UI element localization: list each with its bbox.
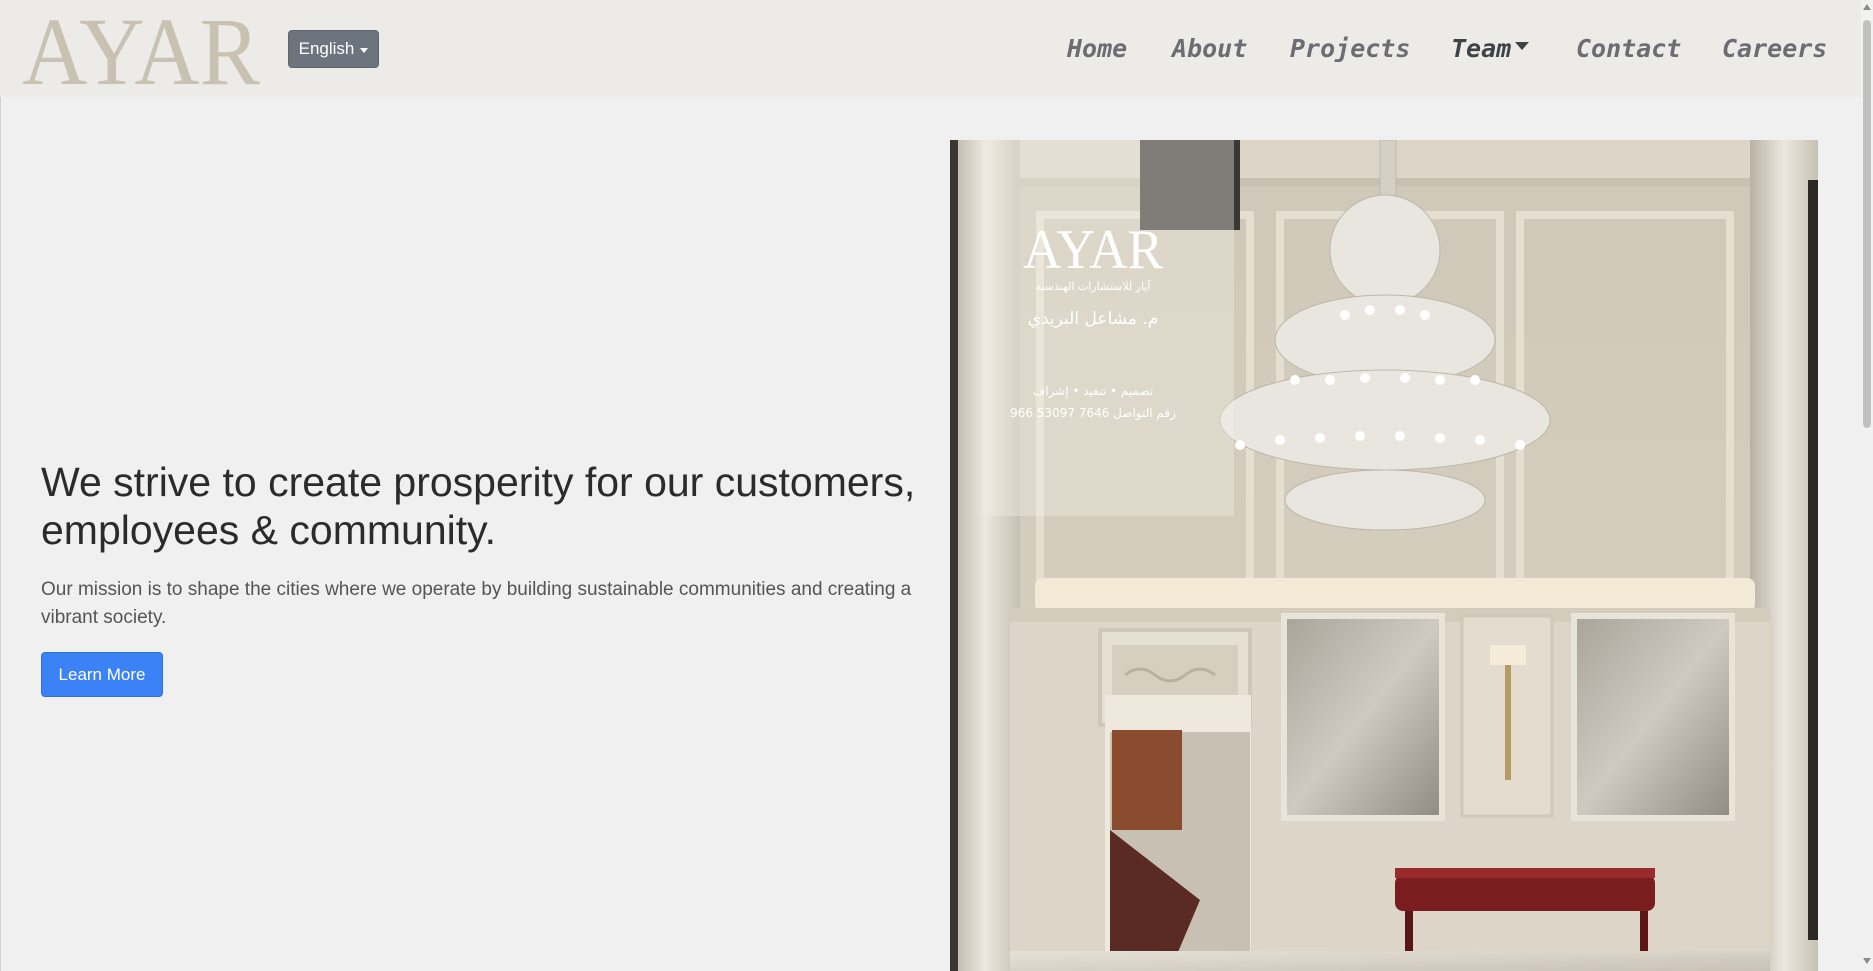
scrollbar-thumb[interactable]: [1863, 20, 1871, 428]
navbar: AYAR English Home About Projects Team Co…: [0, 0, 1861, 97]
nav-careers[interactable]: Careers: [1722, 34, 1827, 63]
chevron-down-icon: [1515, 42, 1530, 50]
scroll-down-icon[interactable]: [1863, 958, 1871, 964]
nav-team-dropdown[interactable]: Team: [1451, 34, 1530, 63]
nav-team-label: Team: [1451, 34, 1512, 63]
svg-text:آيار للاستشارات الهندسية: آيار للاستشارات الهندسية: [1035, 279, 1151, 293]
nav-projects[interactable]: Projects: [1290, 34, 1410, 63]
chevron-down-icon: [360, 47, 369, 53]
hero-interior-image: AYAR آيار للاستشارات الهندسية م. مشاعل ا…: [950, 140, 1818, 971]
nav-about[interactable]: About: [1172, 34, 1247, 63]
svg-text:تصميم • تنفيذ • إشراف: تصميم • تنفيذ • إشراف: [1033, 384, 1153, 399]
svg-text:AYAR: AYAR: [1023, 219, 1164, 281]
language-dropdown-button[interactable]: English: [288, 30, 379, 68]
scroll-up-icon[interactable]: [1863, 4, 1871, 10]
hero-description: Our mission is to shape the cities where…: [41, 579, 912, 628]
vertical-scrollbar[interactable]: [1861, 0, 1873, 971]
learn-more-button[interactable]: Learn More: [41, 652, 163, 697]
nav-contact[interactable]: Contact: [1576, 34, 1681, 63]
hero-title: We strive to create prosperity for our c…: [41, 459, 916, 553]
svg-text:رقم التواصل 7646 53097 966: رقم التواصل 7646 53097 966: [1010, 406, 1176, 421]
svg-text:م. مشاعل البريدي: م. مشاعل البريدي: [1028, 309, 1159, 329]
nav-home[interactable]: Home: [1067, 34, 1127, 63]
ayar-logo[interactable]: AYAR: [22, 10, 262, 88]
language-label: English: [298, 39, 355, 58]
svg-text:AYAR: AYAR: [22, 10, 260, 88]
